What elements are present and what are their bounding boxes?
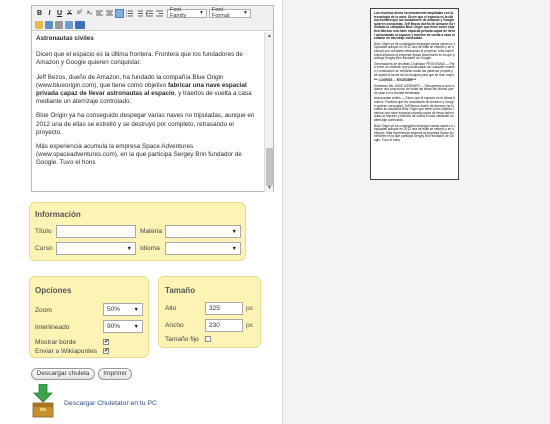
- content-heading: Astronautas civiles: [36, 35, 94, 42]
- titulo-input[interactable]: [56, 225, 136, 238]
- editor-scrollbar[interactable]: ▲ ▼: [264, 32, 273, 192]
- content-paragraph: Más experiencia acumula la empresa Space…: [36, 143, 242, 167]
- image-icon[interactable]: [115, 8, 124, 18]
- print-icon[interactable]: [55, 20, 63, 29]
- underline-button[interactable]: U: [55, 9, 64, 18]
- content-paragraph: Dicen que el espacio es la última fronte…: [36, 51, 243, 67]
- ancho-input[interactable]: 230: [205, 319, 243, 332]
- interlineado-value: 90%: [107, 323, 121, 330]
- scroll-down-icon[interactable]: ▼: [266, 185, 273, 191]
- alto-unit: px: [246, 305, 253, 312]
- print-button[interactable]: Imprimir: [98, 368, 132, 380]
- rich-text-editor[interactable]: B I U X x² x₂ Font Family ▼ Font Format …: [31, 5, 274, 192]
- preview-paragraph: Astronautas civiles — Dicen que el espac…: [374, 96, 455, 123]
- ordered-list-icon[interactable]: [125, 9, 134, 18]
- wikiapuntes-checkbox[interactable]: ✔: [103, 348, 109, 354]
- chevron-down-icon: ▼: [126, 245, 132, 252]
- curso-label: Curso: [35, 245, 53, 252]
- materia-label: Materia: [140, 228, 162, 235]
- informacion-title: Información: [35, 210, 81, 219]
- preview-paragraph: Generadores de chuletas Chuletator PROGR…: [374, 61, 455, 77]
- idioma-label: Idioma: [140, 245, 160, 252]
- chevron-down-icon: ▼: [133, 323, 139, 330]
- preview-paragraph: Los chuletas ahora hermosamente ampliada…: [374, 11, 455, 41]
- content-paragraph: Blue Origin ya ha conseguido despegar va…: [36, 112, 255, 136]
- html-icon[interactable]: [75, 20, 85, 29]
- unordered-list-icon[interactable]: [135, 9, 144, 18]
- save-icon[interactable]: [65, 20, 73, 29]
- ancho-unit: px: [246, 322, 253, 329]
- outdent-icon[interactable]: [155, 9, 164, 18]
- bold-button[interactable]: B: [35, 9, 44, 18]
- link-icon[interactable]: [45, 20, 53, 29]
- preview-paragraph: Dertamos Bis. DAVE ASSEMER — Recuperemos…: [374, 83, 455, 95]
- align-center-icon[interactable]: [105, 9, 114, 18]
- superscript-button[interactable]: x²: [75, 9, 84, 18]
- interlineado-select[interactable]: 90% ▼: [103, 320, 143, 333]
- zoom-select[interactable]: 50% ▼: [103, 303, 143, 316]
- preview-paragraph: *** LOGROS ... EXCEDER***: [374, 78, 416, 83]
- idioma-select[interactable]: ▼: [165, 242, 241, 255]
- cheatsheet-preview: Los chuletas ahora hermosamente ampliada…: [370, 8, 459, 180]
- download-box-icon[interactable]: [32, 383, 54, 418]
- subscript-button[interactable]: x₂: [85, 9, 94, 18]
- font-format-label: Font Format: [212, 7, 230, 19]
- download-cheatsheet-button[interactable]: Descargar chuleta: [31, 368, 95, 380]
- left-panel: B I U X x² x₂ Font Family ▼ Font Format …: [0, 0, 282, 424]
- editor-content[interactable]: Astronautas civiles Dicen que el espacio…: [32, 31, 273, 191]
- interlineado-label: Interlineado: [35, 324, 70, 331]
- zoom-value: 50%: [107, 306, 121, 313]
- chevron-down-icon: ▼: [133, 306, 139, 313]
- wikiapuntes-label: Enviar a Wikiapuntes: [35, 348, 97, 355]
- alto-label: Alto: [165, 305, 177, 312]
- preview-text: Los chuletas ahora hermosamente ampliada…: [374, 11, 455, 143]
- tamano-fijo-checkbox[interactable]: [205, 336, 211, 342]
- preview-paragraph: Blue Origin ya ha conseguido despegar va…: [374, 123, 455, 142]
- italic-button[interactable]: I: [45, 9, 54, 18]
- font-family-select[interactable]: Font Family ▼: [167, 7, 207, 19]
- tamano-panel: Tamaño Alto 325 px Ancho 230 px Tamaño f…: [158, 276, 261, 348]
- tamano-title: Tamaño: [165, 286, 196, 295]
- chevron-down-icon: ▼: [199, 10, 204, 16]
- mostrar-borde-checkbox[interactable]: ✔: [103, 339, 109, 345]
- font-family-label: Font Family: [170, 7, 187, 19]
- ancho-label: Ancho: [165, 322, 184, 329]
- materia-select[interactable]: ▼: [165, 225, 241, 238]
- opciones-panel: Opciones Zoom 50% ▼ Interlineado 90% ▼ M…: [29, 276, 149, 358]
- chevron-down-icon: ▼: [243, 10, 248, 16]
- opciones-title: Opciones: [35, 286, 72, 295]
- align-left-icon[interactable]: [95, 9, 104, 18]
- titulo-label: Título: [35, 228, 52, 235]
- mostrar-borde-label: Mostrar borde: [35, 339, 77, 346]
- informacion-panel: Información Título Materia ▼ Curso ▼ Idi…: [29, 202, 246, 261]
- chevron-down-icon: ▼: [231, 245, 237, 252]
- alto-input[interactable]: 325: [205, 302, 243, 315]
- editor-toolbar: B I U X x² x₂ Font Family ▼ Font Format …: [32, 6, 273, 31]
- font-format-select[interactable]: Font Format ▼: [209, 7, 251, 19]
- chevron-down-icon: ▼: [231, 228, 237, 235]
- preview-paragraph: Blue Origin ya ha conseguido despegar va…: [374, 41, 455, 61]
- tamano-fijo-label: Tamaño fijo: [165, 336, 199, 343]
- paste-icon[interactable]: [35, 20, 43, 29]
- curso-select[interactable]: ▼: [56, 242, 136, 255]
- content-paragraph: Jeff Bezos, dueño de Amazon, ha fundado …: [36, 73, 252, 106]
- download-app-link[interactable]: Descargar Chuletator en tu PC: [64, 400, 157, 407]
- scroll-up-icon[interactable]: ▲: [266, 33, 273, 39]
- zoom-label: Zoom: [35, 307, 52, 314]
- scroll-thumb[interactable]: [266, 148, 273, 186]
- strikethrough-button[interactable]: X: [65, 9, 74, 18]
- indent-icon[interactable]: [145, 9, 154, 18]
